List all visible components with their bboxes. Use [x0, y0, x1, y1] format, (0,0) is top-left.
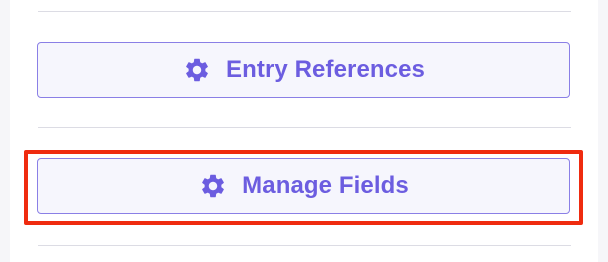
divider: [38, 245, 571, 246]
entry-references-label: Entry References: [225, 56, 426, 83]
manage-fields-button[interactable]: Manage Fields: [37, 158, 570, 214]
gear-icon: [182, 55, 212, 85]
divider: [38, 11, 571, 12]
manage-fields-label: Manage Fields: [242, 172, 409, 199]
settings-panel: [10, 0, 598, 262]
entry-references-button[interactable]: Entry References: [37, 42, 570, 98]
gear-icon: [198, 171, 228, 201]
divider: [38, 127, 571, 128]
